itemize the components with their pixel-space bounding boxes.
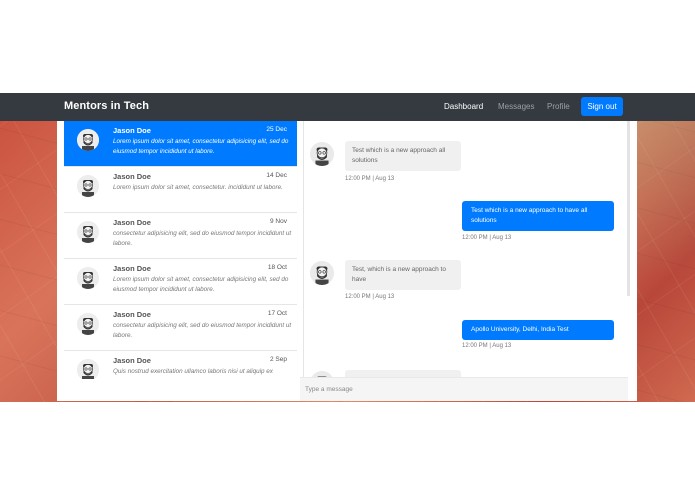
bearded-man-avatar-icon	[77, 221, 99, 243]
chat-scrollbar[interactable]	[627, 121, 630, 296]
conversation-name: Jason Doe	[113, 310, 151, 319]
message-time: 12:00 PM | Aug 13	[345, 176, 395, 182]
conversation-item[interactable]: Jason Doe 14 Dec Lorem ipsum dolor sit a…	[64, 167, 297, 213]
conversation-item[interactable]: Jason Doe 17 Oct consectetur adipisicing…	[64, 305, 297, 351]
conversation-item[interactable]: Jason Doe 18 Oct Lorem ipsum dolor sit a…	[64, 259, 297, 305]
message-history[interactable]: Test which is a new approach all solutio…	[302, 121, 632, 379]
conversation-date: 18 Oct	[267, 264, 287, 271]
conversation-preview: consectetur adipisicing elit, sed do eiu…	[113, 322, 292, 339]
conversation-preview: consectetur adipisicing elit, sed do eiu…	[113, 230, 292, 247]
brand-logo[interactable]: Mentors in Tech	[64, 100, 149, 112]
conversation-name: Jason Doe	[113, 172, 151, 181]
incoming-message: Test, which is a new approach to have	[345, 260, 461, 290]
outgoing-message: Test which is a new approach to have all…	[462, 201, 614, 231]
conversation-item[interactable]: Jason Doe 9 Nov consectetur adipisicing …	[64, 213, 297, 259]
conversation-date: 17 Oct	[267, 310, 287, 317]
bearded-man-avatar-icon	[77, 129, 99, 151]
nav-link-profile[interactable]: Profile	[547, 102, 570, 111]
message-input[interactable]	[300, 378, 628, 401]
conversation-date: 2 Sep	[270, 356, 287, 363]
conversation-name: Jason Doe	[113, 126, 151, 135]
conversation-preview: Lorem ipsum dolor sit amet, consectetur.…	[113, 184, 283, 191]
conversation-date: 14 Dec	[266, 172, 287, 179]
conversation-item[interactable]: Jason Doe 2 Sep Quis nostrud exercitatio…	[64, 351, 297, 379]
conversation-date: 9 Nov	[270, 218, 287, 225]
bearded-man-avatar-icon	[77, 359, 99, 379]
message-time: 12:00 PM | Aug 13	[462, 235, 512, 241]
nav-link-dashboard[interactable]: Dashboard	[444, 102, 483, 111]
conversation-date: 25 Dec	[266, 126, 287, 133]
messaging-panel: Jason Doe 25 Dec Lorem ipsum dolor sit a…	[57, 121, 637, 401]
message-compose-bar	[300, 377, 628, 401]
bearded-man-avatar-icon	[310, 261, 334, 285]
conversation-name: Jason Doe	[113, 356, 151, 365]
nav-link-messages[interactable]: Messages	[498, 102, 534, 111]
conversation-name: Jason Doe	[113, 264, 151, 273]
conversation-preview: Quis nostrud exercitation ullamco labori…	[113, 368, 273, 375]
conversation-name: Jason Doe	[113, 218, 151, 227]
bearded-man-avatar-icon	[77, 267, 99, 289]
message-time: 12:00 PM | Aug 13	[462, 343, 512, 349]
conversation-preview: Lorem ipsum dolor sit amet, consectetur …	[113, 276, 289, 293]
incoming-message: Test which is a new approach all solutio…	[345, 141, 461, 171]
bearded-man-avatar-icon	[310, 142, 334, 166]
bearded-man-avatar-icon	[77, 313, 99, 335]
conversation-item[interactable]: Jason Doe 25 Dec Lorem ipsum dolor sit a…	[64, 121, 297, 167]
message-time: 12:00 PM | Aug 13	[345, 294, 395, 300]
conversation-preview: Lorem ipsum dolor sit amet, consectetur …	[113, 138, 289, 155]
sign-out-button[interactable]: Sign out	[581, 97, 623, 116]
conversation-list[interactable]: Jason Doe 25 Dec Lorem ipsum dolor sit a…	[64, 121, 304, 379]
bearded-man-avatar-icon	[77, 175, 99, 197]
outgoing-message: Apollo University, Delhi, India Test	[462, 320, 614, 340]
